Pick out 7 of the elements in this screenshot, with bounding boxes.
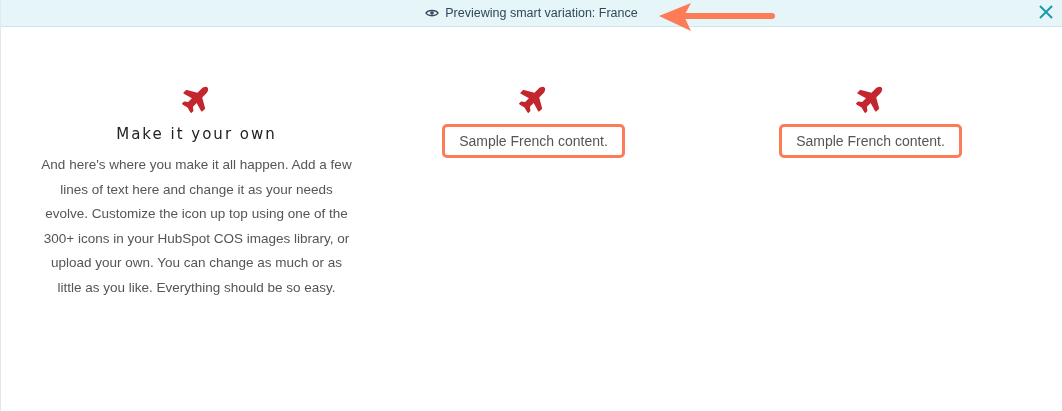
feature-description: And here's where you make it all happen. Add a few lines of text here and change it as your needs evolve. Customize the icon up top using one of the 300+ icons in your HubSpot COS images library, or upload your own. You can change as much or as little as you like. Everything should be so easy. xyxy=(40,156,353,297)
close-button[interactable] xyxy=(1038,4,1054,20)
sample-content: Sample French content. xyxy=(779,124,962,158)
sample-content: Sample French content. xyxy=(442,124,625,158)
banner-text: Previewing smart variation: France xyxy=(445,6,638,20)
eye-icon xyxy=(425,8,440,18)
feature-heading: Make it your own xyxy=(116,125,277,143)
